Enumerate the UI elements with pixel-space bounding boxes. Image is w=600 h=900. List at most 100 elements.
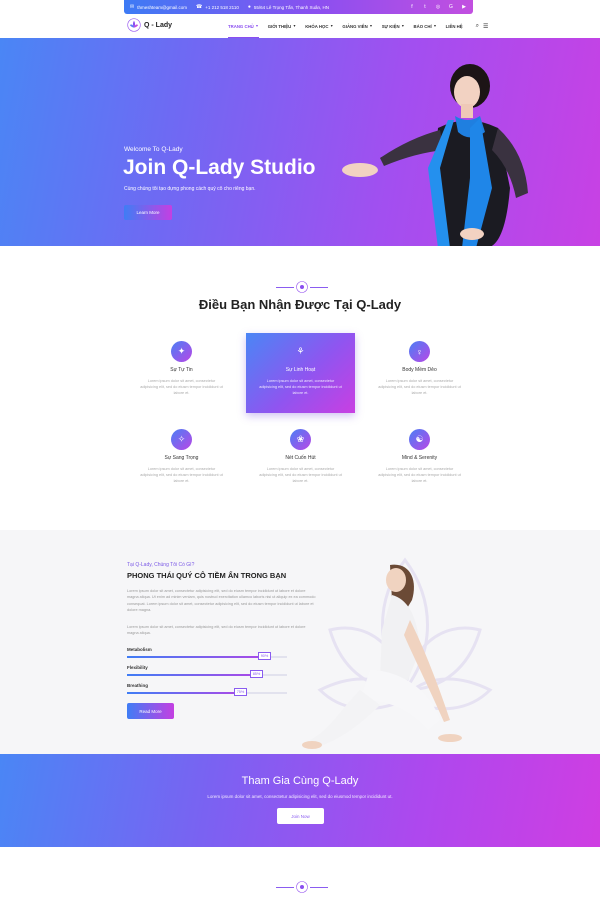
lotus-ornament-icon	[296, 881, 308, 893]
skill-fill	[127, 656, 271, 658]
menu-grid-icon[interactable]: ☰	[483, 23, 488, 30]
section-ornament	[276, 281, 328, 293]
feature-card[interactable]: ✦ Sự Tự Tin Lorem ipsum dolor sit amet, …	[127, 333, 236, 413]
page: ✉ thmeshteam@gmail.com ☎ +1 212 518 2110…	[0, 0, 600, 900]
nav-label: GIẢNG VIÊN	[342, 23, 368, 29]
skill-metabolism: Metabolism 90%	[127, 647, 287, 660]
skill-flexibility: Flexibility 85%	[127, 665, 287, 678]
nav-label: TRANG CHỦ	[228, 23, 254, 29]
nav-label: GIỚI THIỆU	[267, 23, 292, 29]
social-links: f t ◎ G ▶	[409, 4, 467, 10]
join-now-button[interactable]: Join Now	[277, 808, 324, 824]
nav-bao-chi[interactable]: BÁO CHÍ ▼	[414, 14, 437, 38]
map-pin-icon: ●	[247, 4, 251, 10]
nav-gioi-thieu[interactable]: GIỚI THIỆU ▼	[268, 14, 296, 38]
feature-title: Nét Cuốn Hút	[285, 455, 316, 461]
about-title: PHONG THÁI QUÝ CÔ TIỀM ẨN TRONG BẠN	[127, 571, 287, 580]
lotus-ornament-icon	[296, 281, 308, 293]
feature-title: Sự Tự Tin	[170, 367, 193, 373]
header: Q - Lady TRANG CHỦ ▼ GIỚI THIỆU ▼ KHÓA HỌC…	[0, 14, 600, 38]
chevron-down-icon: ▼	[401, 24, 405, 28]
lotus-logo-icon	[127, 18, 141, 32]
yoga-pose-icon: ♀	[409, 341, 430, 362]
chevron-down-icon: ▼	[292, 24, 297, 28]
feature-title: Sự Linh Hoạt	[285, 367, 316, 373]
facebook-icon[interactable]: f	[409, 4, 415, 10]
youtube-icon[interactable]: ▶	[461, 4, 467, 10]
chevron-down-icon: ▼	[255, 24, 259, 28]
skill-fill	[127, 674, 263, 676]
google-plus-icon[interactable]: G	[448, 4, 454, 10]
nav-giang-vien[interactable]: GIẢNG VIÊN ▼	[342, 14, 372, 38]
learn-more-button[interactable]: Learn More	[124, 205, 172, 220]
cta-subtitle: Lorem ipsum dolor sit amet, consectetur …	[207, 794, 393, 799]
skill-fill	[127, 692, 247, 694]
hero-subtitle: Cùng chúng tôi tạo dựng phong cách quý c…	[124, 186, 256, 192]
hero-title: Join Q-Lady Studio	[123, 156, 316, 179]
chevron-down-icon: ▼	[369, 24, 373, 28]
about-paragraph: Lorem ipsum dolor sit amet, consectetur …	[127, 589, 316, 613]
feature-desc: Lorem ipsum dolor sit amet, consectetur …	[378, 379, 461, 395]
elegance-icon: ✧	[171, 429, 192, 450]
skill-percent: 90%	[258, 652, 271, 660]
feature-title: Sự Sang Trọng	[164, 455, 199, 461]
logo[interactable]: Q - Lady	[127, 18, 172, 32]
chevron-down-icon: ▼	[329, 24, 334, 28]
confidence-icon: ✦	[171, 341, 192, 362]
features-title: Điều Bạn Nhận Được Tại Q-Lady	[198, 297, 402, 312]
about-section: Tại Q-Lady, Chúng Tôi Có Gì? PHONG THÁI …	[0, 530, 600, 754]
charm-icon: ❀	[290, 429, 311, 450]
feature-card[interactable]: ❀ Nét Cuốn Hút Lorem ipsum dolor sit ame…	[246, 421, 355, 501]
address-text: 55/64 Lê Trọng Tấn, Thanh Xuân, HN	[253, 4, 330, 10]
hero-woman-image	[342, 64, 528, 246]
chevron-down-icon: ▼	[433, 24, 437, 28]
feature-card-highlighted[interactable]: ⚘ Sự Linh Hoạt Lorem ipsum dolor sit ame…	[246, 333, 355, 413]
feature-desc: Lorem ipsum dolor sit amet, consectetur …	[140, 467, 223, 483]
skill-track: 90%	[127, 652, 287, 660]
instagram-icon[interactable]: ◎	[435, 4, 441, 10]
nav-label: SỰ KIỆN	[381, 23, 400, 29]
read-more-button[interactable]: Read More	[127, 703, 174, 719]
top-info-bar: ✉ thmeshteam@gmail.com ☎ +1 212 518 2110…	[124, 0, 473, 14]
feature-desc: Lorem ipsum dolor sit amet, consectetur …	[259, 379, 342, 395]
hero-banner: Welcome To Q-Lady Join Q-Lady Studio Cùn…	[0, 38, 600, 246]
envelope-icon: ✉	[130, 4, 135, 10]
cta-title: Tham Gia Cùng Q-Lady	[241, 775, 359, 787]
email-text: thmeshteam@gmail.com	[137, 4, 188, 10]
topbar-email[interactable]: ✉ thmeshteam@gmail.com	[130, 4, 187, 10]
feature-title: Body Mềm Dẻo	[402, 367, 437, 373]
about-kicker: Tại Q-Lady, Chúng Tôi Có Gì?	[127, 562, 195, 568]
twitter-icon[interactable]: t	[422, 4, 428, 10]
feature-card[interactable]: ☯ Mind & Serenity Lorem ipsum dolor sit …	[365, 421, 474, 501]
topbar-phone[interactable]: ☎ +1 212 518 2110	[196, 4, 239, 10]
feature-card[interactable]: ♀ Body Mềm Dẻo Lorem ipsum dolor sit ame…	[365, 333, 474, 413]
phone-text: +1 212 518 2110	[205, 4, 239, 10]
nav-lien-he[interactable]: LIÊN HỆ	[446, 14, 463, 38]
skill-label: Flexibility	[127, 665, 148, 670]
nav-su-kien[interactable]: SỰ KIỆN ▼	[382, 14, 405, 38]
skill-label: Breathing	[127, 683, 149, 688]
nav-label: BÁO CHÍ	[413, 23, 432, 29]
join-cta-section: Tham Gia Cùng Q-Lady Lorem ipsum dolor s…	[0, 754, 600, 847]
feature-title: Mind & Serenity	[401, 455, 438, 461]
nav-trang-chu[interactable]: TRANG CHỦ ▼	[228, 14, 259, 38]
skill-percent: 75%	[234, 688, 247, 696]
nav-khoa-hoc[interactable]: KHÓA HỌC ▼	[305, 14, 333, 38]
flexibility-icon: ⚘	[296, 346, 305, 356]
main-nav: TRANG CHỦ ▼ GIỚI THIỆU ▼ KHÓA HỌC ▼ GIẢNG V…	[228, 14, 488, 38]
nav-label: LIÊN HỆ	[445, 23, 463, 29]
skill-track: 85%	[127, 670, 287, 678]
feature-desc: Lorem ipsum dolor sit amet, consectetur …	[140, 379, 223, 395]
skill-percent: 85%	[250, 670, 263, 678]
feature-card[interactable]: ✧ Sự Sang Trọng Lorem ipsum dolor sit am…	[127, 421, 236, 501]
skill-breathing: Breathing 75%	[127, 683, 287, 696]
hero-welcome: Welcome To Q-Lady	[124, 146, 183, 153]
meditation-icon: ☯	[409, 429, 430, 450]
skill-track: 75%	[127, 688, 287, 696]
section-ornament	[276, 881, 328, 893]
search-icon[interactable]: ⌕	[476, 23, 479, 30]
nav-label: KHÓA HỌC	[305, 23, 329, 29]
yoga-woman-image	[302, 564, 462, 749]
phone-icon: ☎	[196, 4, 203, 10]
feature-desc: Lorem ipsum dolor sit amet, consectetur …	[259, 467, 342, 483]
